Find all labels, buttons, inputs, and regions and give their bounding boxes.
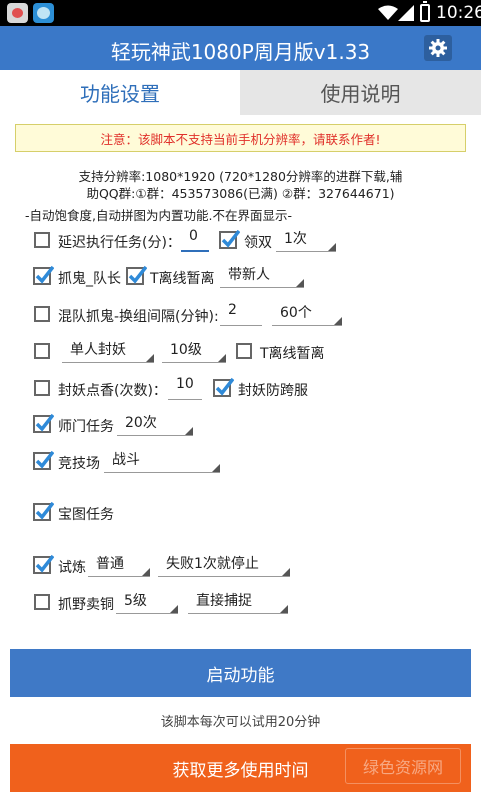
- arena-mode-select[interactable]: 战斗: [104, 447, 220, 473]
- check-icon: [219, 229, 240, 249]
- seal-offline-label: T离线暂离: [260, 346, 325, 362]
- arena-label: 竞技场: [58, 456, 100, 472]
- check-icon: [33, 265, 54, 285]
- check-icon: [33, 554, 54, 574]
- delay-label: 延迟执行任务(分)：: [58, 235, 181, 251]
- mixed-interval-value: 2: [228, 302, 237, 318]
- double-checkbox[interactable]: [219, 229, 240, 249]
- dropdown-arrow-icon: [212, 464, 220, 472]
- mixed-interval-input[interactable]: 2: [220, 300, 262, 326]
- watermark-logo: 绿色资源网: [345, 748, 461, 784]
- incense-checkbox[interactable]: [34, 380, 50, 396]
- ghost-mode-select[interactable]: 带新人: [220, 262, 304, 288]
- incense-input[interactable]: 10: [168, 374, 202, 400]
- seal-level-select[interactable]: 10级: [162, 337, 226, 363]
- master-count-select[interactable]: 20次: [117, 410, 193, 436]
- dropdown-arrow-icon: [328, 243, 336, 251]
- trial-rule-value: 失败1次就停止: [166, 556, 259, 572]
- arena-checkbox[interactable]: [33, 450, 54, 470]
- gear-icon: [429, 39, 447, 57]
- seal-mode-value: 单人封妖: [70, 342, 126, 358]
- info-text: 支持分辨率:1080*1920 (720*1280分辨率的进群下载,辅 助QQ群…: [0, 168, 481, 202]
- wild-sell-checkbox[interactable]: [34, 594, 50, 610]
- info-line-2: 助QQ群:①群：453573086(已满) ②群：327644671): [86, 186, 395, 201]
- master-count-value: 20次: [125, 415, 157, 431]
- wild-level-value: 5级: [124, 593, 147, 609]
- arena-mode-value: 战斗: [112, 452, 140, 468]
- cross-server-checkbox[interactable]: [213, 377, 234, 397]
- check-icon: [126, 265, 147, 285]
- wild-action-select[interactable]: 直接捕捉: [188, 588, 288, 614]
- wild-action-value: 直接捕捉: [196, 593, 252, 609]
- seal-checkbox[interactable]: [34, 343, 50, 359]
- double-label: 领双: [244, 235, 272, 251]
- master-task-checkbox[interactable]: [33, 413, 54, 433]
- trial-note: 该脚本每次可以试用20分钟: [160, 715, 321, 730]
- seal-offline-checkbox[interactable]: [236, 343, 252, 359]
- double-select[interactable]: 1次: [276, 226, 336, 252]
- trial-difficulty-select[interactable]: 普通: [88, 551, 150, 577]
- ghost-mode-value: 带新人: [228, 267, 270, 283]
- ghost-offline-label: T离线暂离: [150, 271, 215, 287]
- dropdown-arrow-icon: [146, 354, 154, 362]
- app-notification-icon-2: [33, 3, 54, 23]
- delay-value: 0: [189, 228, 198, 244]
- check-icon: [33, 501, 54, 521]
- info-line-1: 支持分辨率:1080*1920 (720*1280分辨率的进群下载,辅: [78, 169, 403, 184]
- check-icon: [33, 450, 54, 470]
- trial-label: 试炼: [58, 560, 86, 576]
- status-time: 10:26: [436, 3, 481, 23]
- trial-rule-select[interactable]: 失败1次就停止: [158, 551, 290, 577]
- wild-level-select[interactable]: 5级: [116, 588, 178, 614]
- info-line-3: -自动饱食度,自动拼图为内置功能.不在界面显示-: [25, 208, 292, 223]
- dropdown-arrow-icon: [218, 354, 226, 362]
- start-button[interactable]: 启动功能: [10, 649, 471, 697]
- trial-difficulty-value: 普通: [96, 556, 124, 572]
- signal-icon: [398, 5, 414, 21]
- treasure-label: 宝图任务: [58, 507, 114, 523]
- status-bar: 10:26: [0, 0, 481, 26]
- app-title: 轻玩神武1080P周月版v1.33: [110, 40, 371, 64]
- ghost-offline-checkbox[interactable]: [126, 265, 147, 285]
- mixed-count-value: 60个: [280, 305, 312, 321]
- seal-level-value: 10级: [170, 342, 202, 358]
- seal-mode-select[interactable]: 单人封妖: [62, 337, 154, 363]
- dropdown-arrow-icon: [280, 605, 288, 613]
- dropdown-arrow-icon: [296, 279, 304, 287]
- check-icon: [33, 413, 54, 433]
- dropdown-arrow-icon: [185, 427, 193, 435]
- settings-button[interactable]: [424, 35, 452, 61]
- incense-value: 10: [176, 376, 194, 392]
- wifi-icon: [378, 5, 398, 20]
- cross-server-label: 封妖防跨服: [238, 383, 308, 399]
- delay-input[interactable]: 0: [181, 226, 209, 252]
- incense-label: 封妖点香(次数)：: [58, 383, 167, 399]
- tab-feature-settings[interactable]: 功能设置: [0, 70, 240, 115]
- tab-instructions[interactable]: 使用说明: [240, 70, 481, 115]
- ghost-label: 抓鬼_队长: [58, 271, 121, 287]
- app-header: 轻玩神武1080P周月版v1.33: [0, 26, 481, 70]
- ghost-checkbox[interactable]: [33, 265, 54, 285]
- treasure-checkbox[interactable]: [33, 501, 54, 521]
- battery-icon: [420, 1, 430, 22]
- dropdown-arrow-icon: [170, 605, 178, 613]
- warning-notice: 注意：该脚本不支持当前手机分辨率，请联系作者!: [15, 124, 466, 152]
- check-icon: [213, 377, 234, 397]
- app-notification-icon: [7, 3, 28, 23]
- wild-sell-label: 抓野卖铜: [58, 597, 114, 613]
- delay-checkbox[interactable]: [34, 232, 50, 248]
- double-value: 1次: [284, 231, 307, 247]
- dropdown-arrow-icon: [282, 568, 290, 576]
- dropdown-arrow-icon: [334, 317, 342, 325]
- mixed-ghost-label: 混队抓鬼-换组间隔(分钟):: [58, 309, 219, 325]
- mixed-count-select[interactable]: 60个: [272, 300, 342, 326]
- mixed-ghost-checkbox[interactable]: [34, 306, 50, 322]
- trial-checkbox[interactable]: [33, 554, 54, 574]
- master-task-label: 师门任务: [58, 419, 114, 435]
- dropdown-arrow-icon: [142, 568, 150, 576]
